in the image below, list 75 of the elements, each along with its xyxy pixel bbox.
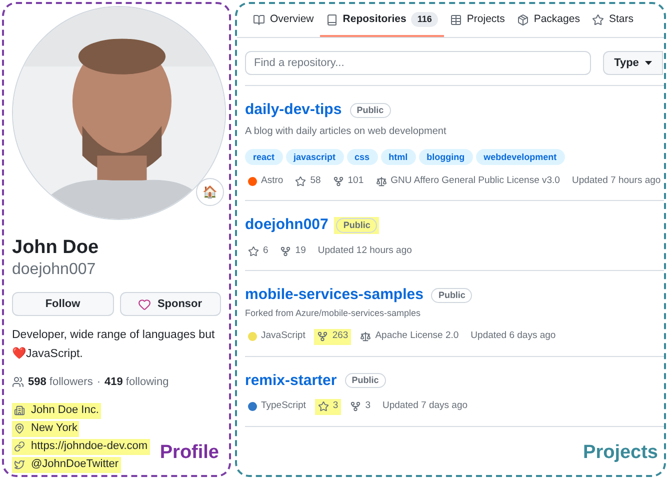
section-label: Profile [160,440,219,464]
license-label: Apache License 2.0 [357,328,462,344]
count-badge: 116 [411,12,438,27]
updated-time: Updated 12 hours ago [316,244,413,258]
star-icon [295,176,306,186]
people-icon [12,376,24,388]
profile-detail[interactable]: https://johndoe-dev.com [12,438,150,454]
forks-count[interactable]: 101 [330,173,367,189]
pin-icon [14,423,25,434]
heart-icon [138,298,152,310]
building-icon [14,405,25,416]
scale-icon [360,331,372,342]
tab[interactable]: Repositories 116 [320,4,444,37]
visibility-badge: Public [429,286,474,304]
repo-icon [326,14,338,26]
tab[interactable]: Stars [586,4,640,37]
type-dropdown[interactable]: Type [603,51,663,75]
fork-note: Forked from Azure/mobile-services-samples [245,307,422,320]
topic-tag[interactable]: css [346,149,378,165]
fork-icon [317,331,328,342]
tab[interactable]: Projects [444,4,511,37]
search-field[interactable]: Find a repository... [245,51,591,75]
repository-link[interactable]: remix-starter [245,370,337,390]
topic-tag[interactable]: html [380,149,416,165]
language-label: Astro [245,173,286,189]
star-icon [592,14,604,26]
stars-count[interactable]: 3 [314,398,342,414]
language-label: TypeScript [245,398,309,414]
sponsor-button[interactable]: Sponsor [120,292,221,316]
forks-count[interactable]: 19 [277,243,309,259]
topic-tag[interactable]: blogging [418,149,473,165]
caret-icon [644,61,652,65]
fork-icon [350,401,362,412]
star-icon [318,401,329,412]
tab[interactable]: Packages [510,4,586,37]
visibility-badge: Public [334,216,380,234]
stars-count[interactable]: 6 [245,243,272,259]
repository-link[interactable]: mobile-services-samples [245,285,424,305]
updated-time: Updated 6 days ago [470,329,557,344]
star-icon [248,246,259,256]
username: doejohn007 [12,260,97,280]
profile-detail[interactable]: @JohnDoeTwitter [12,456,121,472]
tab[interactable]: Overview [247,4,320,37]
following-count[interactable]: 419 following [104,374,169,390]
license-label: GNU Affero General Public License v3.0 [372,173,563,189]
status-badge[interactable]: 🏠 [196,178,224,206]
profile-detail: New York [12,420,80,436]
forks-count[interactable]: 3 [347,398,374,414]
updated-time: Updated 7 days ago [381,399,469,414]
fork-icon [280,246,292,256]
book-icon [253,14,265,26]
follow-button[interactable]: Follow [12,292,114,316]
bio: Developer, wide range of languages but ❤JavaScript. [12,328,216,362]
separator: · [96,375,100,390]
followers-count[interactable]: 598 followers [28,374,93,390]
updated-time: Updated 7 hours ago [570,174,662,188]
fork-icon [332,176,344,186]
topic-tag[interactable]: webdevelopment [476,149,565,165]
topic-tag[interactable]: javascript [286,149,344,165]
profile-detail: John Doe Inc. [12,402,101,418]
language-label: JavaScript [245,328,308,344]
visibility-badge: Public [348,102,393,118]
visibility-badge: Public [342,372,388,389]
package-icon [516,14,529,26]
profile-name: John Doe [12,236,100,260]
repository-link[interactable]: doejohn007 [245,215,328,235]
stars-count[interactable]: 58 [292,173,324,189]
scale-icon [376,176,387,186]
bird-icon [14,459,25,470]
link-icon [14,441,25,452]
table-icon [450,14,462,26]
topic-tag[interactable]: react [245,149,283,165]
forks-count[interactable]: 263 [314,328,352,344]
repository-description: A blog with daily articles on web development [245,125,448,139]
repository-link[interactable]: daily-dev-tips [245,100,342,120]
